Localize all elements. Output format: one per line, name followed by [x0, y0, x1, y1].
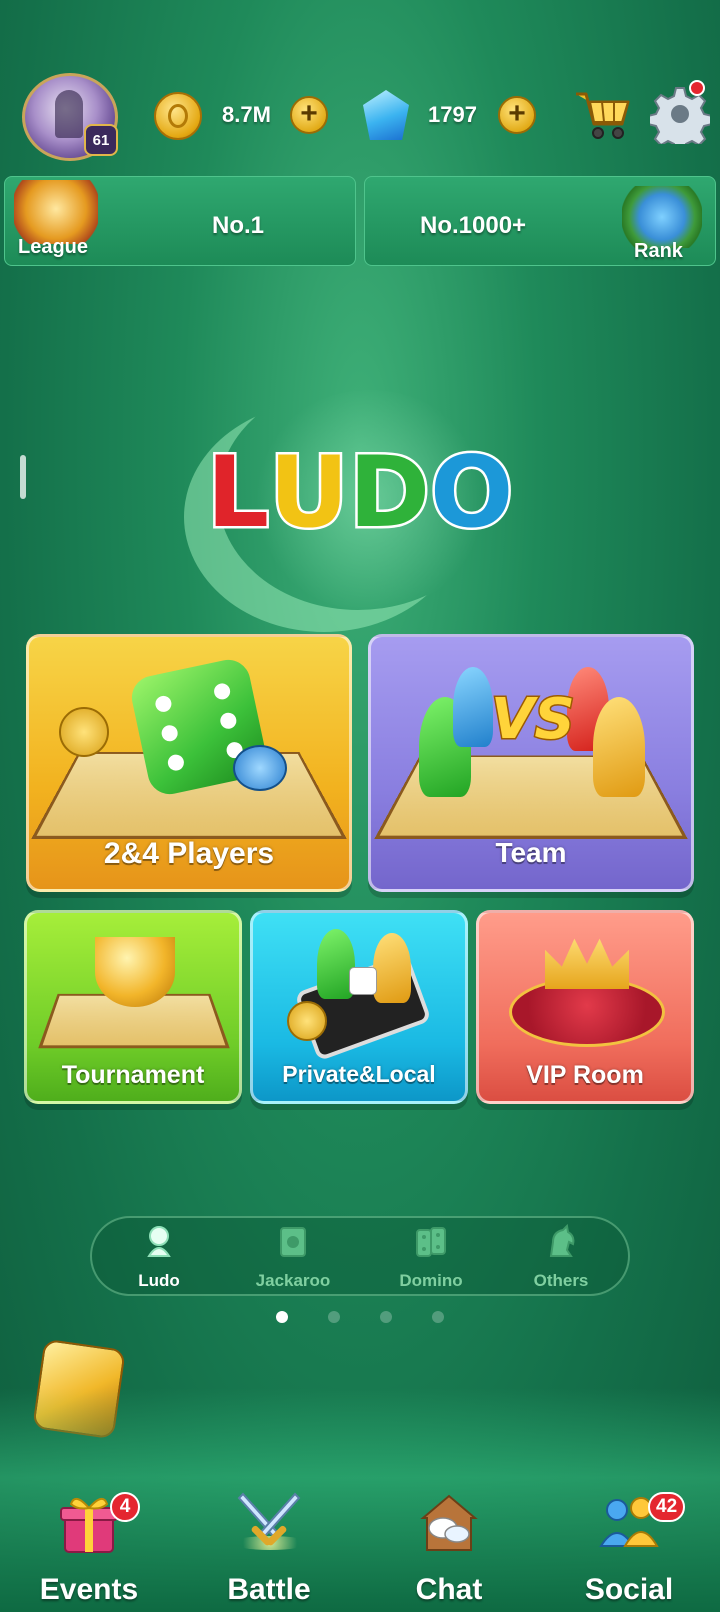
chat-house-icon — [420, 1494, 478, 1551]
crossed-swords-icon — [237, 1492, 301, 1546]
vip-room-card[interactable]: VIP Room — [476, 910, 694, 1104]
versus-icon: VS — [490, 686, 577, 754]
two-four-players-card[interactable]: 2&4 Players — [26, 634, 352, 892]
add-gems-button[interactable]: + — [498, 96, 536, 134]
gold-token-icon — [287, 1001, 327, 1041]
white-dice-icon — [349, 967, 377, 995]
tab-others-label: Others — [533, 1271, 589, 1290]
tab-ludo[interactable]: Ludo — [104, 1224, 214, 1290]
add-coins-button[interactable]: + — [290, 96, 328, 134]
shopping-cart-icon[interactable] — [572, 86, 632, 142]
rank-position: No.1000+ — [420, 212, 527, 239]
vip-room-label: VIP Room — [526, 1061, 644, 1089]
page-indicator-dot — [432, 1311, 444, 1323]
page-indicator-dot — [328, 1311, 340, 1323]
social-badge: 42 — [648, 1492, 686, 1522]
rank-label: Rank — [634, 240, 683, 262]
team-mode-card[interactable]: VS Team — [368, 634, 694, 892]
avatar-silhouette — [55, 90, 83, 138]
tournament-label: Tournament — [61, 1061, 205, 1089]
settings-notification-dot — [689, 80, 705, 96]
nav-battle[interactable]: Battle — [194, 1486, 344, 1612]
crown-icon — [545, 938, 629, 989]
nav-events[interactable]: Events — [14, 1486, 164, 1612]
logo-letter-d: D — [346, 436, 432, 551]
team-mode-label: Team — [495, 837, 567, 868]
ludo-logo: L U D O — [204, 436, 516, 551]
horse-icon — [549, 1223, 575, 1257]
yellow-pawn-icon — [373, 933, 411, 1003]
ludo-pawn-icon — [147, 1226, 171, 1257]
gold-coin-icon — [154, 92, 202, 140]
tab-ludo-label: Ludo — [138, 1271, 180, 1290]
logo-letter-u: U — [267, 436, 352, 551]
tournament-card[interactable]: Tournament — [24, 910, 242, 1104]
blue-gem-icon — [363, 90, 409, 140]
side-drawer-handle[interactable] — [20, 455, 26, 499]
tab-domino[interactable]: Domino — [376, 1224, 486, 1290]
tab-others[interactable]: Others — [506, 1223, 616, 1290]
blue-token-icon — [233, 745, 287, 791]
league-position: No.1 — [212, 212, 265, 239]
tab-jackaroo-label: Jackaroo — [255, 1271, 331, 1290]
card-icon — [280, 1227, 306, 1257]
tab-domino-label: Domino — [399, 1271, 463, 1290]
gold-token-icon — [59, 707, 109, 757]
nav-events-label: Events — [39, 1573, 139, 1606]
private-local-card[interactable]: Private&Local — [250, 910, 468, 1104]
nav-chat[interactable]: Chat — [374, 1486, 524, 1612]
nav-battle-label: Battle — [227, 1573, 311, 1606]
tab-jackaroo[interactable]: Jackaroo — [238, 1224, 348, 1290]
league-trophy-icon — [14, 180, 98, 244]
blue-pawn-icon — [453, 667, 493, 747]
nav-social-label: Social — [584, 1573, 674, 1606]
trophy-icon — [95, 937, 175, 1007]
gem-balance: 1797 — [428, 102, 477, 127]
level-badge: 61 — [84, 124, 118, 156]
page-indicator-dot — [380, 1311, 392, 1323]
private-local-label: Private&Local — [282, 1061, 436, 1087]
yellow-pawn-icon — [593, 697, 645, 797]
players-mode-label: 2&4 Players — [103, 837, 275, 870]
league-label: League — [18, 236, 89, 258]
logo-letter-o: O — [428, 436, 516, 551]
events-badge: 4 — [110, 1492, 140, 1522]
logo-letter-l: L — [204, 436, 271, 551]
page-indicator-dot — [276, 1311, 288, 1323]
coin-balance: 8.7M — [222, 102, 271, 127]
nav-chat-label: Chat — [415, 1573, 483, 1606]
domino-icon — [416, 1227, 446, 1257]
globe-laurel-icon — [622, 186, 702, 248]
